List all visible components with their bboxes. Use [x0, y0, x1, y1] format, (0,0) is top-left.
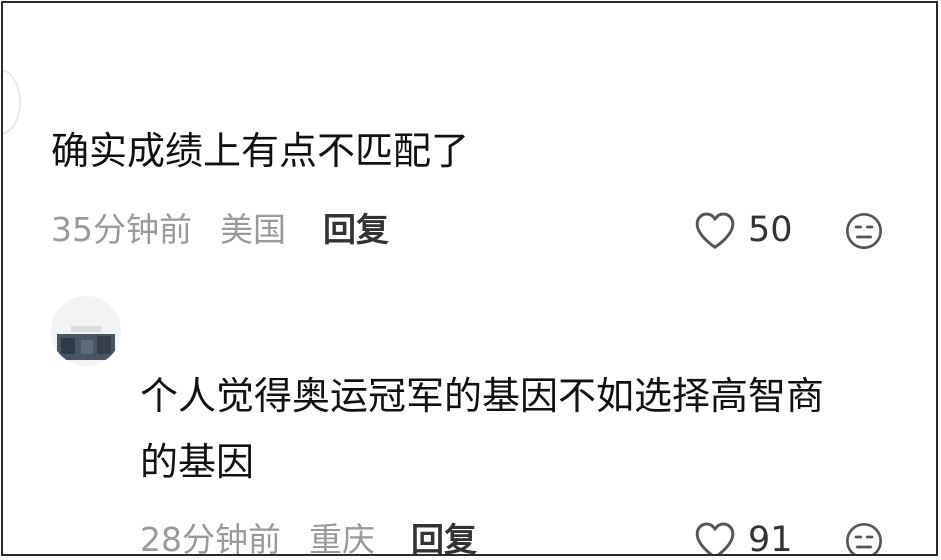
like-count: 91	[748, 520, 793, 556]
reply-button[interactable]: 回复	[323, 210, 389, 250]
comment-time: 28分钟前	[140, 520, 281, 556]
heart-outline-icon[interactable]	[693, 210, 737, 250]
neutral-face-icon[interactable]	[844, 521, 884, 556]
reply-button[interactable]: 回复	[411, 520, 477, 554]
avatar-edge	[3, 69, 21, 135]
comment-text-continuation: 的基因	[140, 440, 255, 484]
comment-text: 个人觉得奥运冠军的基因不如选择高智商	[140, 374, 825, 418]
avatar[interactable]	[51, 296, 121, 366]
comment-time: 35分钟前	[51, 210, 192, 249]
comment-location: 美国	[220, 210, 286, 249]
like-count: 50	[748, 210, 793, 250]
comment-text: 确实成绩上有点不匹配了	[51, 129, 470, 173]
comment-location: 重庆	[309, 520, 375, 556]
heart-outline-icon[interactable]	[693, 520, 737, 556]
neutral-face-icon[interactable]	[844, 211, 884, 251]
comment-list: 确实成绩上有点不匹配了 35分钟前 美国 回复 50 个人觉得奥运冠军的基因不如…	[1, 1, 938, 556]
